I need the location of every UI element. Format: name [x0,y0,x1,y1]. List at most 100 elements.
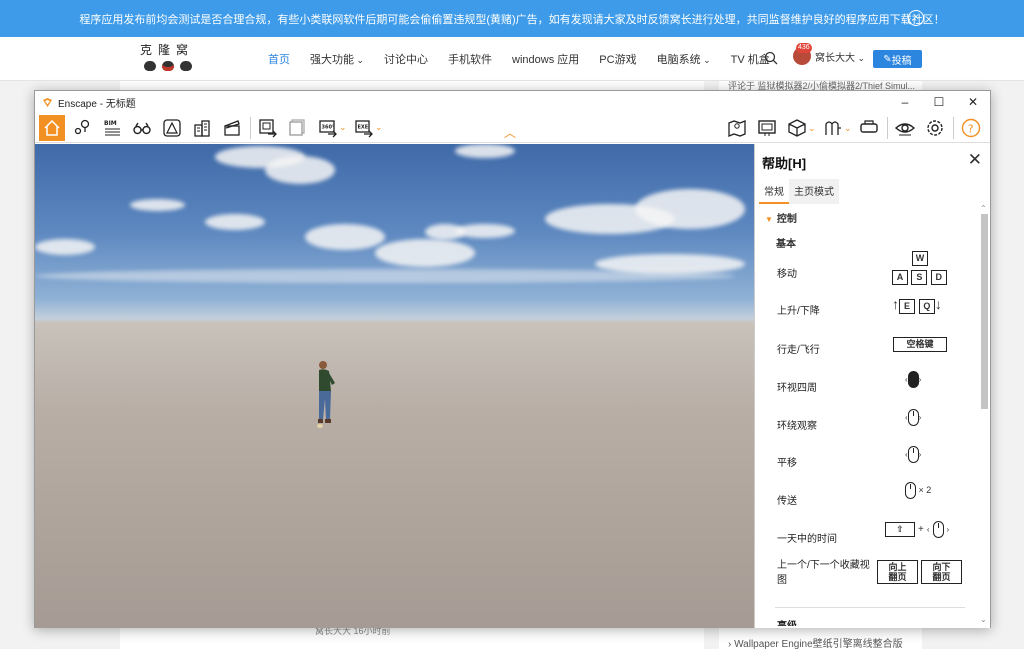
cloud-shape [455,144,515,158]
user-menu[interactable]: 436 窝长大大 [793,43,865,65]
bim-icon: BIM [104,120,120,135]
chevron-down-icon[interactable]: ⌄ [375,122,383,133]
post-button[interactable]: ✎ 投稿 [873,50,922,68]
map-button[interactable] [724,115,750,141]
nav-pcgames[interactable]: PC游戏 [599,51,636,67]
wasd-keys: W A S D [892,250,947,285]
close-button[interactable]: ✕ [956,91,990,113]
clapperboard-icon [224,119,240,136]
key-page-down: 向下 翻页 [921,560,962,584]
post-button-label: 投稿 [891,55,912,67]
banner-text: 程序应用发布前均会测试是否合理合规，有些小类联网软件后期可能会偷偷置违规型(黄赌… [79,13,945,26]
sidebar-link-label: Wallpaper Engine壁纸引擎离线整合版 [734,639,903,649]
search-icon[interactable] [764,51,778,65]
nav-windows[interactable]: windows 应用 [512,51,579,67]
section-controls[interactable]: ▼ 控制 [765,210,797,225]
home-icon [44,119,60,136]
material-icon [825,121,841,135]
minimize-button[interactable]: – [888,91,922,113]
row-label-walk-fly: 行走/飞行 [777,345,820,356]
svg-text:EXE: EXE [358,124,369,130]
panorama-button[interactable]: 360° [315,115,341,141]
arrow-up-icon: ↑ [892,296,899,312]
tab-general[interactable]: 常规 [759,179,789,204]
site-logo[interactable]: 克隆窝 [140,41,206,77]
key-a: A [892,270,908,285]
help-icon: ? [961,118,981,138]
double-click-suffix: × 2 [918,484,932,495]
scroll-up-icon[interactable]: ⌃ [980,204,987,213]
username: 窝长大大 [815,49,865,64]
row-label-orbit: 环绕观察 [777,421,817,432]
visual-settings-button[interactable] [159,115,185,141]
help-scrollbar[interactable]: ⌃ ⌄ [980,204,988,624]
home-button[interactable] [39,114,65,141]
scroll-down-icon[interactable]: ⌄ [980,615,987,624]
help-tabs: 常规 主页模式 [759,179,839,204]
view-settings-button[interactable] [892,115,918,141]
close-icon[interactable]: ✕ [968,150,982,170]
row-label-move: 移动 [777,269,797,280]
cloud-shape [265,156,335,184]
scene-icon [163,118,181,137]
cloud-shape [305,224,385,250]
title-bar[interactable]: Enscape - 无标题 – ☐ ✕ [35,91,990,113]
object-button[interactable] [784,115,810,141]
nav-mobile[interactable]: 手机软件 [448,51,492,67]
views-button[interactable] [129,115,155,141]
logo-mascot-icon [140,61,206,71]
key-w: W [912,251,928,266]
close-icon[interactable]: × [908,10,924,26]
toolbar-right-group: ⌄ ⌄ ? [720,115,984,141]
avatar: 436 [793,43,812,65]
help-button[interactable]: ? [958,115,984,141]
scrollbar-thumb[interactable] [981,214,988,409]
subsection-basic: 基本 [776,239,796,250]
batch-export-icon [289,118,305,136]
collapse-toolbar-icon[interactable]: ︿ [504,124,516,141]
site-header: 克隆窝 首页 强大功能 讨论中心 手机软件 windows 应用 PC游戏 电脑… [0,37,1024,81]
render-viewport[interactable] [35,144,754,628]
maximize-button[interactable]: ☐ [922,91,956,113]
key-q: Q [918,299,935,314]
buildings-icon [194,119,210,137]
nav-os[interactable]: 电脑系统 [657,51,711,67]
sidebar-link[interactable]: › Wallpaper Engine壁纸引擎离线整合版 [728,635,903,649]
nav-discussion[interactable]: 讨论中心 [384,51,428,67]
location-button[interactable] [69,115,95,141]
screenshot-button[interactable] [255,115,281,141]
vr-button[interactable] [856,115,882,141]
eq-keys: ↑ E Q ↓ [892,296,942,314]
material-button[interactable] [820,115,846,141]
batch-render-button[interactable] [285,115,311,141]
tab-home-mode[interactable]: 主页模式 [789,179,839,204]
expand-triangle-icon: ▼ [765,215,773,224]
exe-export-button[interactable]: EXE [351,115,377,141]
toolbar-divider [250,116,251,139]
presentation-icon [758,120,776,136]
help-panel: 帮助[H] ✕ 常规 主页模式 ▼ 控制 基本 移动 W A S D 上升/下降 … [754,144,990,628]
settings-button[interactable] [922,115,948,141]
cloud-shape [635,189,745,229]
chevron-down-icon[interactable]: ⌄ [844,123,852,134]
toolbar-divider [887,117,888,139]
bim-button[interactable]: BIM [99,115,125,141]
eye-icon [895,123,915,136]
nav-home[interactable]: 首页 [268,51,290,67]
chevron-down-icon[interactable]: ⌄ [339,122,347,133]
nav-features[interactable]: 强大功能 [310,51,364,67]
cloud-shape [35,239,95,255]
row-label-teleport: 传送 [777,496,797,507]
section-advanced[interactable]: 高级 [777,617,797,626]
cloud-shape [375,239,475,267]
vr-headset-icon [860,120,878,133]
enscape-logo-icon [43,97,52,107]
help-title: 帮助[H] [762,156,807,171]
panorama-360-icon: 360° [319,119,337,137]
assets-button[interactable] [189,115,215,141]
row-label-pan: 平移 [777,458,797,469]
edit-icon: ✎ [883,53,892,65]
presentation-button[interactable] [754,115,780,141]
video-editor-button[interactable] [219,115,245,141]
chevron-down-icon[interactable]: ⌄ [808,123,816,134]
